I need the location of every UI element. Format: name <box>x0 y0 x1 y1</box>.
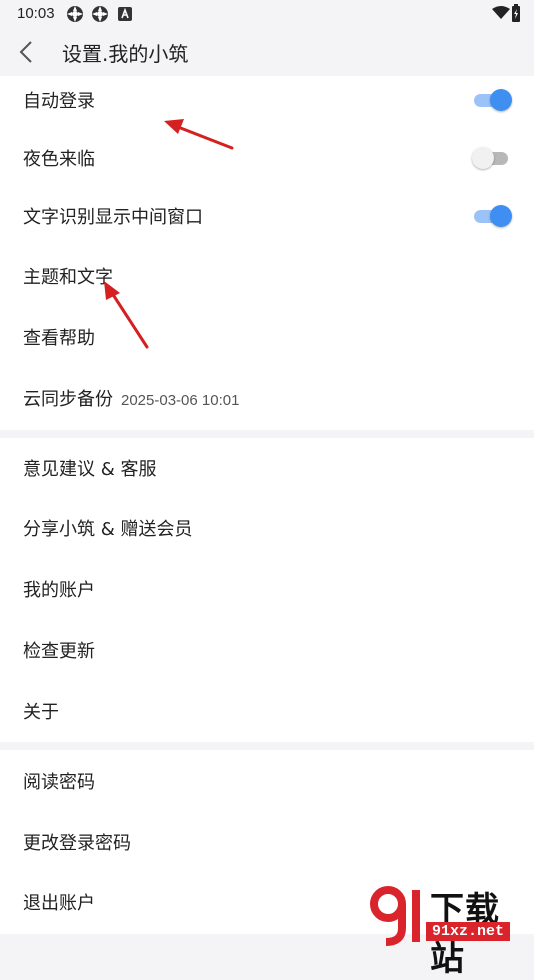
setting-label: 关于 <box>23 702 59 723</box>
setting-label: 分享小筑 & 赠送会员 <box>23 519 193 540</box>
settings-group-general: 自动登录 夜色来临 文字识别显示中间窗口 主题和文字 查看帮助 云同步备份 202… <box>0 76 534 430</box>
setting-label: 阅读密码 <box>23 772 95 793</box>
setting-reading-password[interactable]: 阅读密码 <box>0 751 534 811</box>
back-arrow-icon[interactable] <box>15 38 39 66</box>
settings-group-account: 意见建议 & 客服 分享小筑 & 赠送会员 我的账户 检查更新 关于 <box>0 438 534 742</box>
watermark-logo-icon <box>370 886 420 946</box>
night-mode-toggle[interactable] <box>472 146 512 170</box>
setting-auto-login[interactable]: 自动登录 <box>0 70 534 130</box>
battery-icon <box>512 4 520 22</box>
setting-label: 文字识别显示中间窗口 <box>23 207 203 228</box>
setting-help[interactable]: 查看帮助 <box>0 307 534 367</box>
a-badge-icon <box>118 7 132 21</box>
setting-label: 意见建议 & 客服 <box>23 459 157 480</box>
watermark-url: 91xz.net <box>426 922 511 941</box>
setting-ocr-window[interactable]: 文字识别显示中间窗口 <box>0 186 534 246</box>
setting-change-login-password[interactable]: 更改登录密码 <box>0 812 534 872</box>
setting-label: 自动登录 <box>23 91 95 112</box>
setting-label: 主题和文字 <box>23 267 113 288</box>
app-header: 设置.我的小筑 <box>0 28 534 76</box>
status-bar: 10:03 <box>0 0 534 28</box>
setting-cloud-backup[interactable]: 云同步备份 2025-03-06 10:01 <box>0 368 534 428</box>
setting-label: 我的账户 <box>23 580 95 601</box>
wifi-icon <box>492 6 510 19</box>
setting-label: 云同步备份 2025-03-06 10:01 <box>23 385 239 411</box>
cloud-backup-timestamp: 2025-03-06 10:01 <box>121 392 240 409</box>
setting-label: 检查更新 <box>23 641 95 662</box>
auto-login-toggle[interactable] <box>472 88 512 112</box>
app-notification-icon <box>67 6 83 22</box>
setting-share[interactable]: 分享小筑 & 赠送会员 <box>0 498 534 558</box>
status-time: 10:03 <box>17 5 55 22</box>
setting-check-update[interactable]: 检查更新 <box>0 620 534 680</box>
app-notification-icon <box>92 6 108 22</box>
page-title: 设置.我的小筑 <box>62 42 189 66</box>
setting-my-account[interactable]: 我的账户 <box>0 559 534 619</box>
ocr-window-toggle[interactable] <box>472 204 512 228</box>
setting-theme-font[interactable]: 主题和文字 <box>0 246 534 306</box>
setting-feedback[interactable]: 意见建议 & 客服 <box>0 438 534 498</box>
setting-label: 夜色来临 <box>23 149 95 170</box>
setting-label: 退出账户 <box>23 893 95 914</box>
setting-label: 查看帮助 <box>23 328 95 349</box>
setting-night-mode[interactable]: 夜色来临 <box>0 128 534 188</box>
setting-label: 更改登录密码 <box>23 833 131 854</box>
cloud-backup-label: 云同步备份 <box>23 389 113 410</box>
setting-about[interactable]: 关于 <box>0 681 534 741</box>
site-watermark: 下载站 91xz.net <box>364 880 534 979</box>
